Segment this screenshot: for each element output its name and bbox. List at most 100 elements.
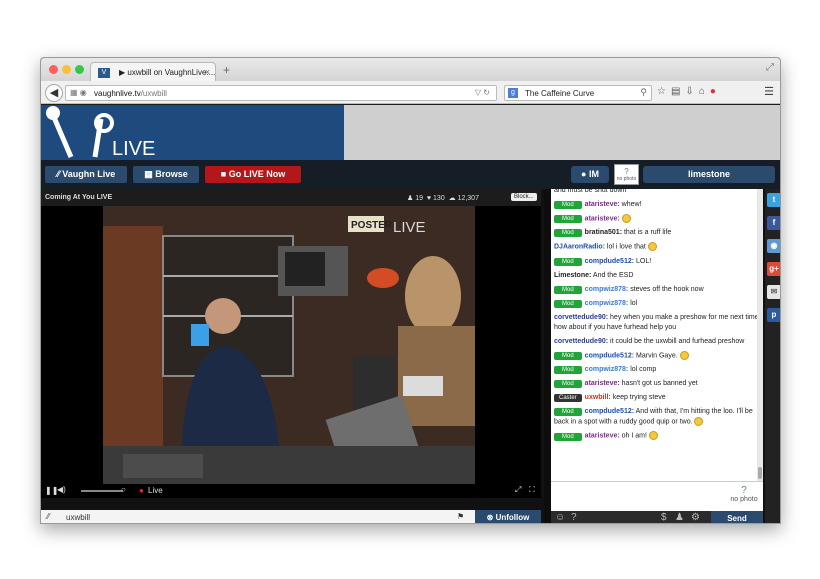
back-button[interactable]: ◀ xyxy=(45,84,63,102)
google-plus-icon[interactable]: g+ xyxy=(767,262,780,276)
chat-scroll-thumb[interactable] xyxy=(758,467,762,479)
chat-message: Limestone: And the ESD xyxy=(551,269,763,283)
settings-gear-icon[interactable]: ⚙ xyxy=(691,512,700,523)
chat-message: Mod compwiz878: lol comp xyxy=(551,363,763,377)
facebook-icon[interactable]: f xyxy=(767,216,780,230)
vaughn-live-button[interactable]: ⁄⁄ Vaughn Live xyxy=(45,166,127,183)
chat-username[interactable]: ataristeve: xyxy=(585,380,620,387)
home-icon[interactable]: ⌂ xyxy=(699,86,710,97)
chat-bubble-icon: ● xyxy=(581,169,589,179)
search-input[interactable]: The Caffeine Curve xyxy=(525,89,594,98)
chat-username[interactable]: bratina501: xyxy=(585,229,622,236)
chat-message-list: and must be shut down Mod ataristeve: whe… xyxy=(551,189,763,481)
chat-username[interactable]: compdude512: xyxy=(585,408,634,415)
social-share-bar: t f ◉ g+ ✉ p xyxy=(765,189,780,523)
channel-name[interactable]: uxwbill xyxy=(66,513,90,522)
site-identity-icon[interactable]: ▦ ◉ xyxy=(70,88,87,97)
google-search-engine-icon[interactable]: g xyxy=(508,88,518,98)
grid-icon: ▦ xyxy=(144,169,156,179)
url-domain: vaughnlive.tv xyxy=(94,89,141,98)
twitter-icon[interactable]: t xyxy=(767,193,780,207)
bookmark-star-icon[interactable]: ☆ xyxy=(657,86,671,97)
im-button[interactable]: ● IM xyxy=(571,166,609,183)
mod-badge: Mod xyxy=(554,285,582,294)
addon-icon[interactable]: ● xyxy=(710,86,721,97)
chat-username[interactable]: ataristeve: xyxy=(585,201,620,208)
block-button[interactable]: Block... xyxy=(511,193,537,201)
chat-username[interactable]: Limestone: xyxy=(554,272,591,279)
im-label: IM xyxy=(588,169,599,179)
browse-button[interactable]: ▦ Browse xyxy=(133,166,199,183)
url-bar[interactable]: ▦ ◉ vaughnlive.tv/uxwbill ▽ ↻ xyxy=(65,85,497,101)
reddit-icon[interactable]: ◉ xyxy=(767,239,780,253)
chat-message: Mod compdude512: Marvin Gaye. xyxy=(551,349,763,363)
chat-username[interactable]: compdude512: xyxy=(585,352,634,359)
live-label: Live xyxy=(148,486,163,495)
unfollow-button[interactable]: ⊗ Unfollow xyxy=(475,510,541,523)
chat-username[interactable]: compwiz878: xyxy=(585,286,629,293)
email-icon[interactable]: ✉ xyxy=(767,285,780,299)
chat-username[interactable]: corvettedude90: xyxy=(554,314,608,321)
reading-list-icon[interactable]: ▤ xyxy=(671,86,685,97)
video-frame: POSTER LIVE xyxy=(103,206,475,484)
fullscreen-icon[interactable]: ⤢ xyxy=(766,62,774,73)
logo-text: LIVE xyxy=(112,138,156,160)
search-icon[interactable]: ⚲ xyxy=(640,87,647,98)
smiley-emoji-icon xyxy=(648,431,658,441)
user-avatar[interactable]: ? no photo xyxy=(614,164,639,185)
search-bar[interactable]: g The Caffeine Curve ⚲ xyxy=(504,85,652,101)
chat-username[interactable]: ataristeve: xyxy=(585,433,620,440)
volume-handle-icon[interactable]: ○ xyxy=(121,485,126,494)
volume-slider[interactable] xyxy=(81,490,123,492)
hamburger-menu-icon[interactable]: ☰ xyxy=(764,85,774,98)
site-navigation: ⁄⁄ Vaughn Live ▦ Browse ■ Go LIVE Now ● … xyxy=(41,160,780,189)
mod-badge: Mod xyxy=(554,257,582,266)
help-icon[interactable]: ? xyxy=(571,512,577,523)
chat-message-text: lol comp xyxy=(630,366,657,374)
chat-message: Mod ataristeve: whew! xyxy=(551,198,763,212)
reload-icon[interactable]: ▽ ↻ xyxy=(475,88,490,97)
volume-icon[interactable]: ◀) xyxy=(57,485,66,494)
chat-username[interactable]: compwiz878: xyxy=(585,300,629,307)
panel-divider[interactable] xyxy=(544,189,551,523)
likes-count: 130 xyxy=(433,195,445,202)
expand-icon[interactable]: ⤢ xyxy=(515,485,521,495)
user-icon[interactable]: ♟ xyxy=(675,512,684,523)
flag-icon[interactable]: ⚑ xyxy=(457,512,464,521)
chat-username[interactable]: uxwbill: xyxy=(585,394,611,401)
smiley-emoji-icon xyxy=(647,242,657,252)
chat-username[interactable]: compwiz878: xyxy=(585,366,629,373)
video-player[interactable]: POSTER LIVE xyxy=(41,206,541,484)
tab-close-icon[interactable]: × xyxy=(205,67,210,77)
chat-message: corvettedude90: hey when you make a pres… xyxy=(551,311,763,335)
question-mark-icon: ? xyxy=(741,485,747,496)
chat-username[interactable]: compdude512: xyxy=(585,258,634,265)
minimize-window-button[interactable] xyxy=(62,65,71,74)
send-button[interactable]: Send xyxy=(711,511,763,523)
new-tab-button[interactable]: + xyxy=(223,63,230,77)
close-window-button[interactable] xyxy=(49,65,58,74)
go-live-button[interactable]: ■ Go LIVE Now xyxy=(205,166,301,183)
site-favicon-icon: V xyxy=(98,68,110,78)
watermark-logo-text: LIVE xyxy=(393,219,426,236)
dollar-icon[interactable]: $ xyxy=(661,512,667,523)
chat-input-field[interactable]: ? no photo xyxy=(551,481,763,511)
emoji-icon[interactable]: ☺ xyxy=(555,512,565,523)
browser-tab[interactable]: V ▶ uxwbill on VaughnLive.... × xyxy=(90,62,216,81)
stream-title: Coming At You LIVE xyxy=(45,194,113,201)
zoom-window-button[interactable] xyxy=(75,65,84,74)
chat-toolbar: ☺ ? $ ♟ ⚙ Send xyxy=(551,511,763,523)
chat-message-text: lol xyxy=(630,299,638,307)
chat-scrollbar[interactable] xyxy=(757,189,763,481)
fullscreen-toggle-icon[interactable]: ⛶ xyxy=(529,485,535,495)
chat-username[interactable]: corvettedude90: xyxy=(554,338,608,345)
chat-message: Mod compwiz878: lol xyxy=(551,297,763,311)
downloads-icon[interactable]: ⇩ xyxy=(685,86,698,97)
username-button[interactable]: limestone xyxy=(643,166,775,183)
pinterest-icon[interactable]: p xyxy=(767,308,780,322)
chat-message-text: hasn't got us banned yet xyxy=(621,380,698,388)
chat-message-text: And the ESD xyxy=(592,271,634,279)
chat-message-text: lol i love that xyxy=(606,243,646,251)
chat-username[interactable]: DJAaronRadio: xyxy=(554,244,605,251)
chat-username[interactable]: ataristeve: xyxy=(585,215,620,222)
